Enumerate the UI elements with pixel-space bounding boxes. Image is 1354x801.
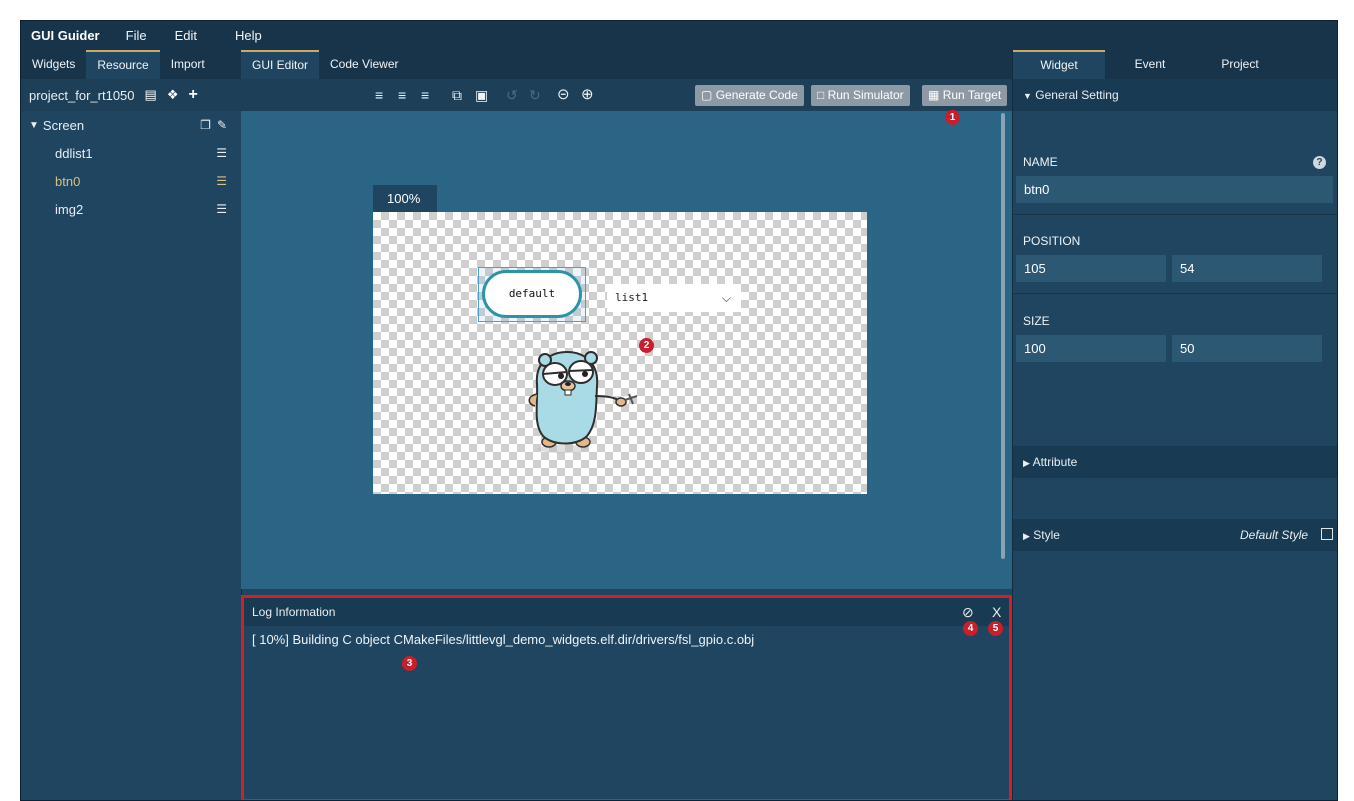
editor-toolbar: ≡ ≡ ≡ ⧉ ▣ ↺ ↻ ⊝ ⊕ ▢ Generate Code □ Run …: [241, 79, 1012, 111]
tab-import[interactable]: Import: [160, 50, 216, 79]
log-line: [ 10%] Building C object CMakeFiles/litt…: [252, 632, 755, 647]
tree-item-img2[interactable]: img2 ☰: [21, 195, 241, 223]
callout-badge-4: 4: [963, 621, 978, 636]
height-field[interactable]: 50: [1172, 335, 1322, 362]
edit-icon[interactable]: ✎: [217, 118, 227, 132]
menu-bar: GUI Guider File Edit Help: [21, 21, 1337, 50]
project-name: project_for_rt1050: [29, 87, 135, 103]
help-icon[interactable]: ?: [1313, 156, 1326, 169]
tree-item-label: img2: [55, 201, 84, 217]
menu-edit[interactable]: Edit: [161, 28, 211, 43]
run-simulator-button[interactable]: □ Run Simulator: [811, 85, 910, 106]
chevron-down-icon: ⌵: [721, 291, 731, 305]
tab-resource[interactable]: Resource: [86, 50, 160, 79]
generate-code-button[interactable]: ▢ Generate Code: [695, 85, 804, 106]
undo-icon[interactable]: ↺: [506, 79, 518, 111]
caret-down-icon: ▼: [29, 119, 39, 131]
attribute-label: Attribute: [1032, 455, 1078, 469]
style-header[interactable]: ▶ Style Default Style: [1013, 519, 1337, 551]
caret-down-icon: ▼: [1023, 91, 1032, 101]
tree-item-label: ddlist1: [55, 145, 93, 161]
log-panel: Log Information ⊘ X [ 10%] Building C ob…: [241, 595, 1012, 800]
list-icon[interactable]: ☰: [216, 202, 227, 216]
redo-icon[interactable]: ↻: [529, 79, 541, 111]
widget-tree-panel: project_for_rt1050 ▤ ❖ + ▼ Screen ❐ ✎ dd…: [21, 79, 242, 800]
center-tab-row: GUI Editor Code Viewer: [241, 50, 1012, 79]
attribute-header[interactable]: ▶ Attribute: [1013, 446, 1337, 478]
callout-badge-3: 3: [402, 656, 417, 671]
zoom-out-icon[interactable]: ⊝: [557, 79, 570, 111]
tab-code-viewer[interactable]: Code Viewer: [319, 50, 409, 79]
simulator-icon: □: [817, 88, 825, 102]
tab-event[interactable]: Event: [1105, 50, 1195, 79]
canvas-scrollbar[interactable]: [1001, 113, 1005, 559]
log-header: Log Information ⊘ X: [244, 598, 1009, 626]
tree: ▼ Screen ❐ ✎ ddlist1 ☰ btn0 ☰ img2 ☰: [21, 111, 241, 223]
list-icon[interactable]: ☰: [216, 174, 227, 188]
tab-gui-editor[interactable]: GUI Editor: [241, 50, 320, 79]
log-title: Log Information: [252, 605, 336, 619]
zoom-in-icon[interactable]: ⊕: [581, 79, 594, 111]
menu-file[interactable]: File: [112, 28, 161, 43]
tab-widget[interactable]: Widget: [1013, 50, 1105, 79]
general-setting-header[interactable]: ▼ General Setting: [1013, 79, 1337, 111]
tree-item-screen[interactable]: ▼ Screen ❐ ✎: [21, 111, 241, 139]
default-style-label: Default Style: [1240, 528, 1309, 542]
general-setting-label: General Setting: [1035, 88, 1119, 102]
tree-item-ddlist1[interactable]: ddlist1 ☰: [21, 139, 241, 167]
position-label: POSITION: [1023, 234, 1081, 248]
generate-code-label: Generate Code: [715, 88, 798, 102]
terminal-icon: ▢: [701, 88, 713, 102]
tree-item-label: btn0: [55, 173, 81, 189]
properties-panel: Widget Event Project ▼ General Setting N…: [1012, 50, 1337, 800]
left-tab-row: Widgets Resource Import: [21, 50, 241, 79]
name-field[interactable]: btn0: [1016, 176, 1333, 203]
folder-icon[interactable]: ▤: [145, 87, 157, 103]
bring-front-icon[interactable]: ⧉: [452, 79, 462, 111]
chip-icon: ▦: [928, 88, 940, 102]
add-icon[interactable]: +: [188, 86, 197, 104]
name-label: NAME: [1023, 155, 1058, 169]
send-back-icon[interactable]: ▣: [475, 79, 488, 111]
tree-item-label: Screen: [42, 117, 85, 133]
btn0-widget[interactable]: default: [482, 270, 582, 318]
app-title: GUI Guider: [31, 28, 100, 43]
callout-badge-1: 1: [945, 110, 960, 125]
run-target-button[interactable]: ▦ Run Target: [922, 85, 1008, 106]
tree-item-btn0[interactable]: btn0 ☰: [21, 167, 241, 195]
position-y-field[interactable]: 54: [1172, 255, 1322, 282]
properties-tab-row: Widget Event Project: [1013, 50, 1337, 79]
callout-badge-5: 5: [988, 621, 1003, 636]
align-center-icon[interactable]: ≡: [398, 79, 406, 111]
caret-right-icon: ▶: [1023, 458, 1030, 468]
menu-help[interactable]: Help: [221, 28, 276, 43]
tab-widgets[interactable]: Widgets: [21, 50, 86, 79]
align-left-icon[interactable]: ≡: [375, 79, 383, 111]
align-right-icon[interactable]: ≡: [421, 79, 429, 111]
width-field[interactable]: 100: [1016, 335, 1166, 362]
caret-right-icon: ▶: [1023, 531, 1030, 541]
ddlist1-widget[interactable]: list1 ⌵: [607, 284, 741, 312]
app-window: GUI Guider File Edit Help Widgets Resour…: [20, 20, 1338, 801]
size-label: SIZE: [1023, 314, 1050, 328]
list-icon[interactable]: ☰: [216, 146, 227, 160]
tab-project[interactable]: Project: [1195, 50, 1285, 79]
divider: [1013, 214, 1337, 215]
callout-badge-2: 2: [639, 338, 654, 353]
default-style-checkbox[interactable]: [1321, 528, 1333, 540]
layers-icon[interactable]: ❖: [167, 87, 179, 103]
style-label: Style: [1033, 528, 1060, 542]
divider: [1013, 293, 1337, 294]
img2-gopher-image[interactable]: [521, 344, 639, 454]
dropdown-value: list1: [615, 291, 649, 304]
run-target-label: Run Target: [942, 88, 1002, 102]
zoom-level-tab: 100%: [373, 185, 437, 212]
copy-icon[interactable]: ❐: [200, 118, 211, 132]
project-row: project_for_rt1050 ▤ ❖ +: [21, 79, 241, 111]
run-simulator-label: Run Simulator: [827, 88, 904, 102]
position-x-field[interactable]: 105: [1016, 255, 1166, 282]
